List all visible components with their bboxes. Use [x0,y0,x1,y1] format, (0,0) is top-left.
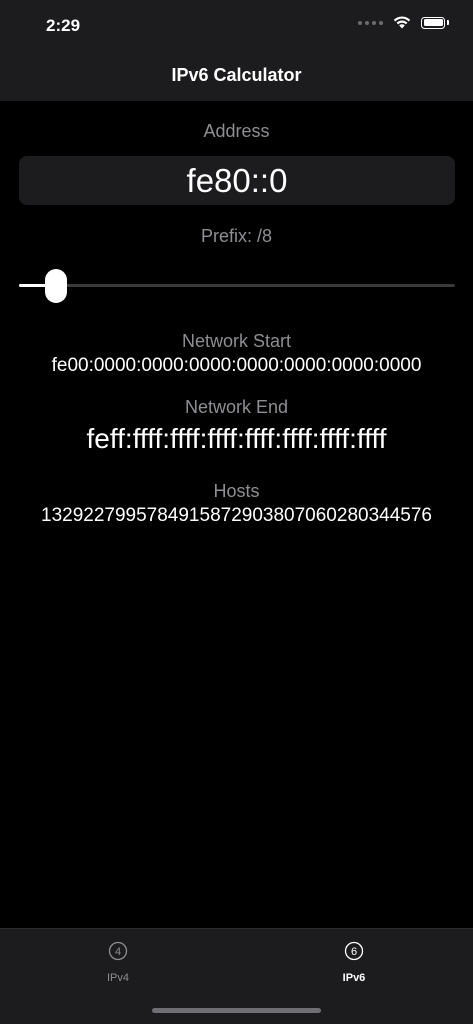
status-icons [358,16,449,29]
page-title: IPv6 Calculator [171,65,302,85]
battery-icon [421,16,445,29]
circled-6-icon: 6 [344,941,364,961]
navigation-bar: IPv6 Calculator [0,52,473,101]
tab-ipv4[interactable]: 4 IPv4 [78,941,158,984]
calculator-content: Address fe80::0 Prefix: /8 Network Start… [0,101,473,928]
svg-text:4: 4 [115,946,121,958]
network-end-label: Network End [184,397,289,417]
cellular-signal-icon [358,20,383,25]
hosts-label: Hosts [213,481,260,501]
svg-text:6: 6 [351,946,357,958]
network-end-value: feff:ffff:ffff:ffff:ffff:ffff:ffff:ffff [86,423,387,454]
address-input[interactable]: fe80::0 [19,156,455,205]
slider-thumb[interactable] [44,269,67,303]
tab-label-ipv4: IPv4 [106,972,129,984]
home-indicator [152,1008,321,1013]
prefix-slider[interactable] [19,269,455,303]
address-label: Address [203,121,270,141]
prefix-label: Prefix: /8 [200,226,273,246]
network-start-value: fe00:0000:0000:0000:0000:0000:0000:0000 [51,355,422,376]
network-start-label: Network Start [181,331,292,351]
hosts-value: 1329227995784915872903807060280344576 [41,505,432,526]
wifi-icon [393,16,411,29]
status-time: 2:29 [46,16,81,35]
tab-label-ipv6: IPv6 [342,972,366,984]
slider-track [19,284,455,287]
circled-4-icon: 4 [108,941,128,961]
battery-nub [447,20,449,25]
tab-ipv6[interactable]: 6 IPv6 [314,941,394,984]
status-bar: 2:29 [0,0,473,52]
